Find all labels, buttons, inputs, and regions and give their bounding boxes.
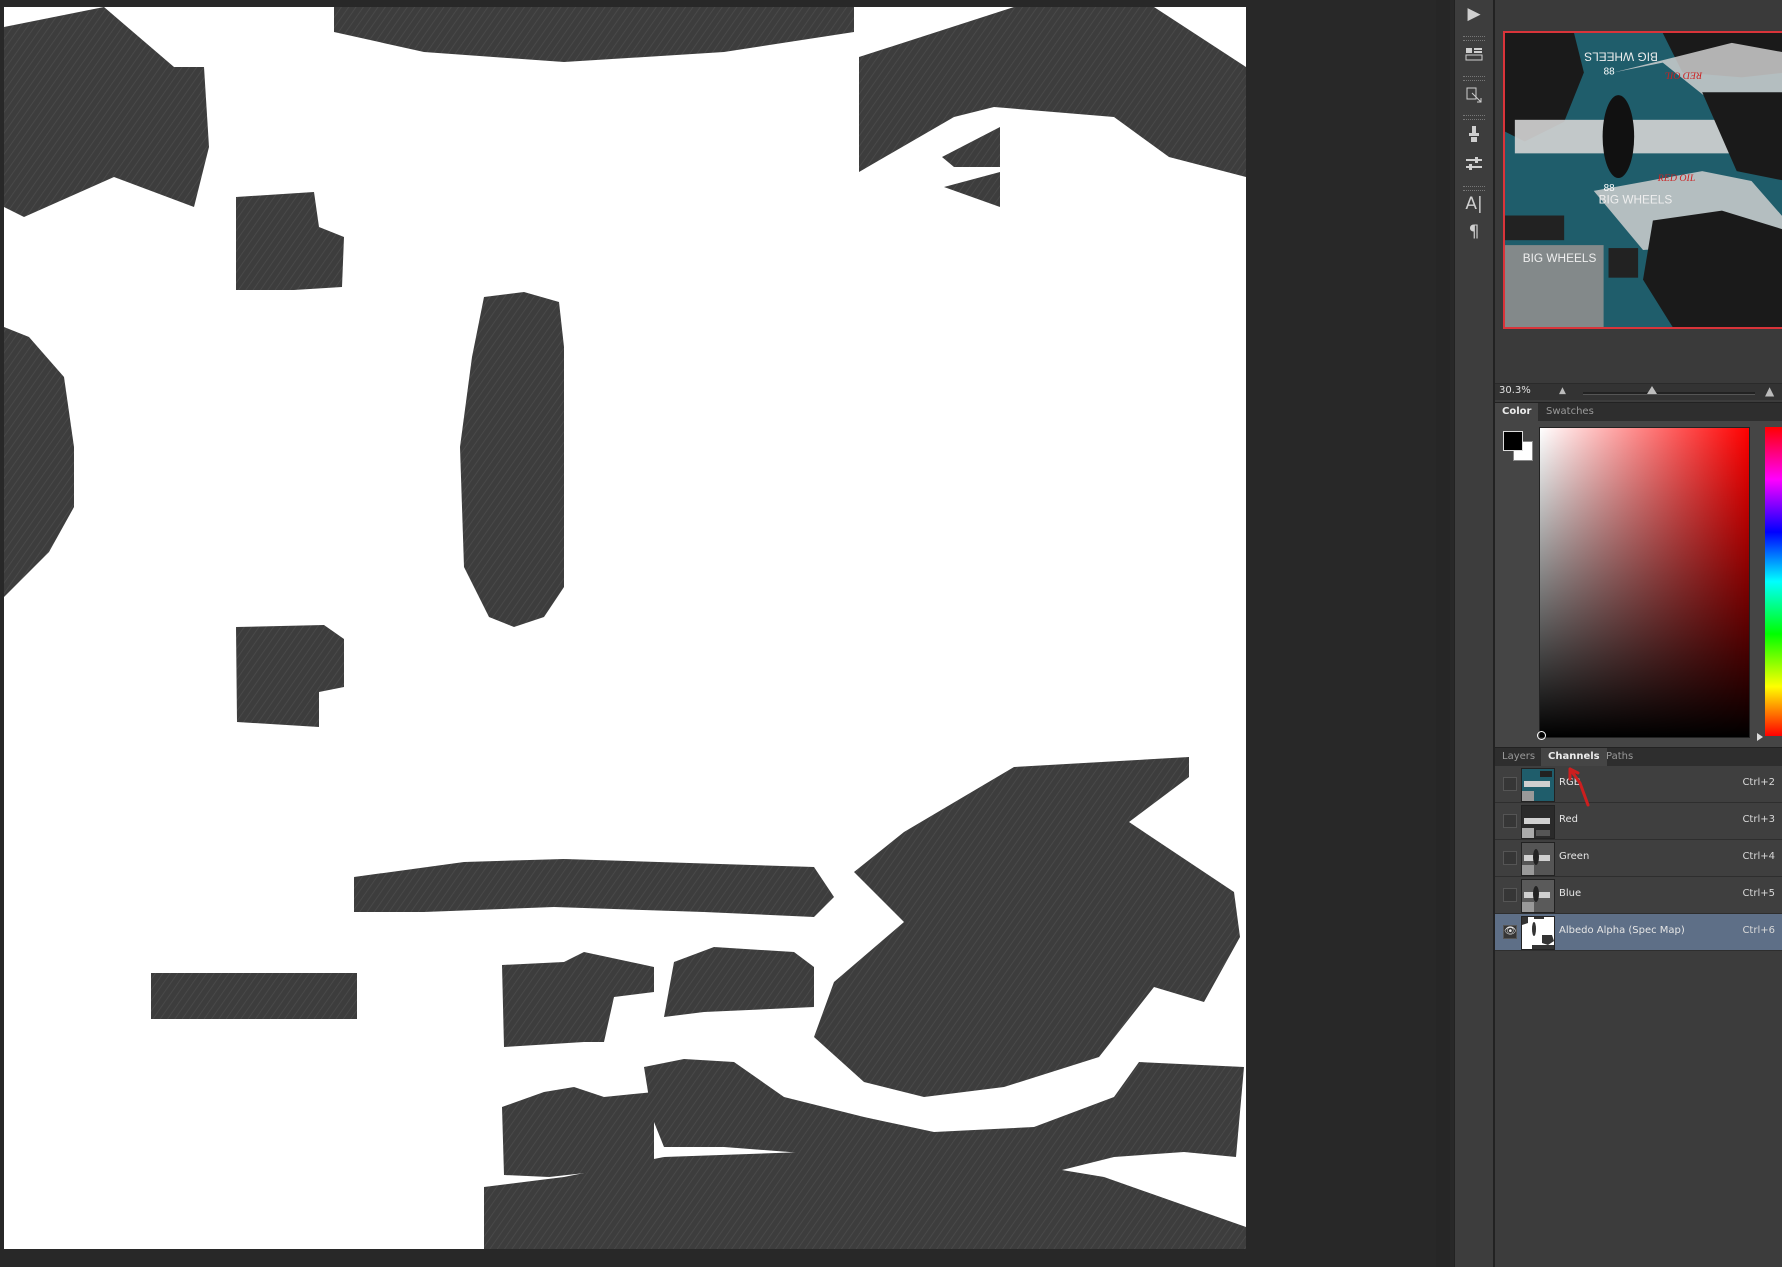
vertical-scrollbar[interactable]	[1436, 0, 1450, 1267]
channel-shortcut: Ctrl+5	[1742, 888, 1775, 899]
tab-paths[interactable]: Paths	[1599, 748, 1640, 766]
channel-row-albedo-alpha[interactable]: 👁 Albedo Alpha (Spec Map) Ctrl+6	[1495, 914, 1782, 951]
panel-grip[interactable]	[1463, 115, 1485, 120]
uv-shape	[236, 192, 344, 290]
thumb-text: 88	[1604, 66, 1615, 77]
visibility-toggle[interactable]	[1503, 851, 1517, 865]
zoom-row: 30.3% ▲ ▲	[1495, 383, 1782, 400]
channel-thumbnail	[1521, 916, 1555, 950]
uv-shape	[4, 7, 209, 217]
uv-shape	[814, 757, 1240, 1097]
navigator-panel: BIG WHEELS RED OIL 88 BIG WHEELS RED OIL…	[1495, 0, 1782, 400]
foreground-color-swatch[interactable]	[1503, 431, 1523, 451]
channel-thumbnail	[1521, 879, 1555, 913]
channel-name: Red	[1559, 814, 1578, 825]
thumb-text: 88	[1604, 183, 1615, 194]
uv-shape	[944, 172, 1000, 207]
channel-name: Albedo Alpha (Spec Map)	[1559, 925, 1685, 936]
uv-shape	[236, 625, 344, 727]
hue-slider[interactable]	[1765, 427, 1782, 736]
color-panel	[1495, 421, 1782, 747]
canvas-area	[0, 0, 1450, 1267]
uv-shape	[460, 292, 564, 627]
tab-color[interactable]: Color	[1495, 403, 1539, 421]
panel-grip[interactable]	[1463, 36, 1485, 41]
thumb-text: RED OIL	[1664, 69, 1703, 80]
alpha-channel-image	[4, 7, 1246, 1249]
color-picker-field[interactable]	[1539, 427, 1750, 738]
eye-icon[interactable]: 👁	[1503, 925, 1517, 939]
uv-shape	[502, 952, 654, 1047]
hue-slider-marker[interactable]	[1757, 733, 1763, 741]
clone-source-icon[interactable]	[1459, 83, 1489, 107]
channel-row-blue[interactable]: Blue Ctrl+5	[1495, 877, 1782, 914]
zoom-level[interactable]: 30.3%	[1499, 385, 1531, 396]
zoom-slider-thumb[interactable]	[1646, 386, 1657, 394]
texture-preview: BIG WHEELS RED OIL 88 BIG WHEELS RED OIL…	[1505, 33, 1782, 327]
thumb-text: RED OIL	[1657, 173, 1696, 184]
channel-shortcut: Ctrl+2	[1742, 777, 1775, 788]
uv-shape	[4, 327, 74, 597]
uv-shape	[151, 973, 357, 1019]
uv-shape	[664, 947, 814, 1017]
character-icon[interactable]: A|	[1459, 192, 1489, 216]
play-icon[interactable]: ▶	[1459, 2, 1489, 26]
channel-shortcut: Ctrl+4	[1742, 851, 1775, 862]
zoom-out-icon[interactable]: ▲	[1559, 386, 1566, 396]
right-panel-dock: BIG WHEELS RED OIL 88 BIG WHEELS RED OIL…	[1494, 0, 1782, 1267]
panel-grip[interactable]	[1463, 76, 1485, 81]
panel-icon-strip: ▶ A| ¶	[1454, 0, 1494, 1267]
channel-thumbnail	[1521, 842, 1555, 876]
visibility-toggle[interactable]	[1503, 777, 1517, 791]
document-canvas[interactable]	[4, 7, 1246, 1249]
tab-channels[interactable]: Channels	[1541, 748, 1607, 766]
thumb-text: BIG WHEELS	[1584, 50, 1658, 64]
tab-layers[interactable]: Layers	[1495, 748, 1542, 766]
uv-shape	[942, 127, 1000, 167]
visibility-toggle[interactable]	[1503, 814, 1517, 828]
navigator-thumbnail[interactable]: BIG WHEELS RED OIL 88 BIG WHEELS RED OIL…	[1503, 31, 1782, 329]
thumb-text: BIG WHEELS	[1599, 193, 1673, 207]
color-panel-tabs: Color Swatches	[1495, 402, 1782, 422]
panel-grip[interactable]	[1463, 186, 1485, 191]
uv-shape	[502, 1087, 654, 1177]
channel-name: Green	[1559, 851, 1590, 862]
tab-swatches[interactable]: Swatches	[1539, 403, 1601, 421]
channels-panel: RGB Ctrl+2 Red Ctrl+3 Green Ctrl+4 Blue	[1495, 766, 1782, 1267]
channel-thumbnail	[1521, 768, 1555, 802]
channel-name: Blue	[1559, 888, 1582, 899]
channel-shortcut: Ctrl+6	[1742, 925, 1775, 936]
channel-thumbnail	[1521, 805, 1555, 839]
history-icon[interactable]	[1459, 42, 1489, 66]
channel-row-rgb[interactable]: RGB Ctrl+2	[1495, 766, 1782, 803]
paragraph-icon[interactable]: ¶	[1459, 220, 1489, 244]
zoom-in-icon[interactable]: ▲	[1765, 384, 1774, 398]
uv-shape	[354, 859, 834, 917]
channel-row-red[interactable]: Red Ctrl+3	[1495, 803, 1782, 840]
zoom-slider-track[interactable]	[1583, 392, 1755, 395]
thumb-text: BIG WHEELS	[1523, 251, 1597, 265]
channel-row-green[interactable]: Green Ctrl+4	[1495, 840, 1782, 877]
channel-name: RGB	[1559, 777, 1581, 788]
layers-panel-tabs: Layers Channels Paths	[1495, 747, 1782, 767]
uv-shape	[334, 7, 854, 62]
color-picker-marker[interactable]	[1537, 731, 1546, 740]
channel-shortcut: Ctrl+3	[1742, 814, 1775, 825]
brush-presets-icon[interactable]	[1459, 122, 1489, 146]
brush-settings-icon[interactable]	[1459, 152, 1489, 176]
visibility-toggle[interactable]	[1503, 888, 1517, 902]
